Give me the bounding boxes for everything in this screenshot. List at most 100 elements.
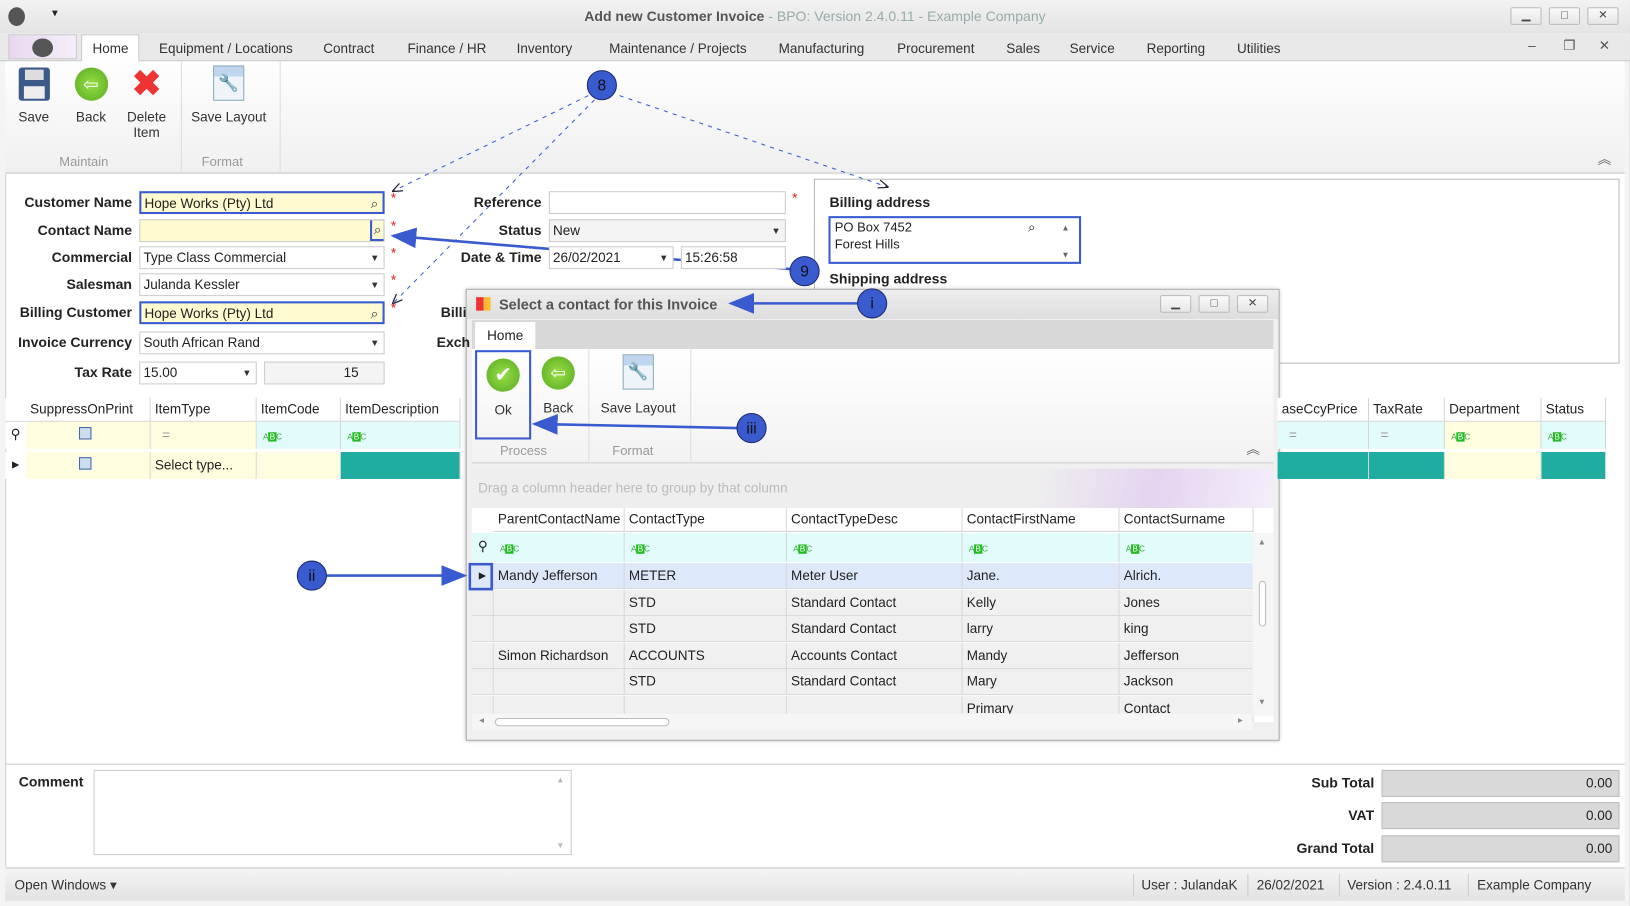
new-row-cell[interactable]	[25, 451, 151, 479]
status-select-value: New	[553, 222, 581, 238]
column-header[interactable]: TaxRate	[1369, 397, 1445, 422]
reference-input[interactable]	[548, 191, 786, 215]
text-filter-icon: ABC	[347, 432, 367, 442]
column-header[interactable]: Department	[1444, 397, 1542, 422]
tab-reporting[interactable]: Reporting	[1147, 41, 1206, 57]
date-input-value: 26/02/2021	[553, 249, 621, 265]
text-filter-icon: ABC	[1547, 432, 1568, 442]
tab-home[interactable]: Home	[93, 41, 129, 57]
annotation-arrow	[531, 414, 738, 435]
new-row-cell[interactable]: Select type...	[150, 451, 257, 479]
salesman-select[interactable]: Julanda Kessler ▼	[139, 273, 385, 297]
required-marker: *	[390, 272, 397, 288]
tab-equipment-locations[interactable]: Equipment / Locations	[159, 41, 293, 57]
search-icon[interactable]: ⌕	[369, 220, 384, 242]
commercial-select[interactable]: Type Class Commercial ▼	[139, 246, 385, 270]
new-row-cell[interactable]	[1277, 451, 1370, 479]
annotation-label: i	[870, 296, 873, 313]
chevron-down-icon[interactable]: ▼	[242, 363, 251, 384]
filter-cell[interactable]	[25, 421, 151, 449]
invoice-currency-select-value: South African Rand	[143, 334, 260, 351]
required-marker: *	[792, 190, 798, 206]
tab-utilities[interactable]: Utilities	[1237, 41, 1281, 57]
billing-partial-label: Billi	[440, 304, 467, 321]
filter-row-icon: ⚲	[5, 421, 26, 449]
annotation-label: 8	[598, 77, 607, 94]
invoice-currency-select[interactable]: South African Rand ▼	[139, 331, 385, 355]
required-marker: *	[390, 190, 397, 206]
billing-customer-input-value: Hope Works (Pty) Ltd	[144, 305, 274, 322]
form-reference-label-label: Reference	[473, 194, 542, 210]
tab-manufacturing[interactable]: Manufacturing	[779, 41, 865, 57]
equals-operator-icon: =	[162, 427, 171, 443]
tab-contract[interactable]: Contract	[323, 41, 374, 57]
column-header[interactable]: SuppressOnPrint	[25, 397, 151, 422]
customer-name-input-value: Hope Works (Pty) Ltd	[144, 195, 274, 211]
chevron-down-icon[interactable]: ▼	[370, 332, 379, 353]
filter-cell[interactable]: =	[1369, 421, 1445, 449]
grid-header-corner	[5, 397, 26, 422]
annotation-label: iii	[746, 420, 756, 437]
tax-rate-select[interactable]: 15.00 ▼	[139, 361, 257, 385]
column-header[interactable]: aseCcyPrice	[1277, 397, 1370, 422]
tab-maintenance-projects[interactable]: Maintenance / Projects	[609, 41, 746, 57]
time-input[interactable]: 15:26:58	[680, 246, 786, 270]
equals-operator-icon: =	[1380, 427, 1389, 443]
column-header[interactable]: ItemDescription	[340, 397, 461, 422]
form-status-label-label: Status	[498, 222, 542, 238]
text-filter-icon: ABC	[1451, 432, 1471, 442]
app-window: ▾ Add new Customer Invoice - BPO: Versio…	[0, 0, 1630, 906]
form-commercial-label-label: Commercial	[51, 249, 133, 265]
contact-name-input[interactable]: ⌕	[139, 219, 385, 243]
row-indicator-icon[interactable]: ▶	[5, 451, 26, 479]
form-billing_customer-label-label: Billing Customer	[19, 304, 133, 321]
tax-rate-select-value: 15.00	[143, 364, 178, 381]
annotation-label: 9	[800, 263, 809, 280]
required-marker: *	[390, 245, 397, 261]
checkbox-icon[interactable]	[79, 457, 92, 470]
column-header[interactable]: ItemType	[150, 397, 257, 422]
new-row-cell[interactable]	[340, 451, 461, 479]
text-filter-icon: ABC	[262, 432, 283, 442]
date-input[interactable]: 26/02/2021 ▼	[548, 246, 674, 270]
chevron-down-icon[interactable]: ▼	[370, 247, 379, 268]
status-select[interactable]: New ▼	[548, 219, 786, 243]
annotation-label: ii	[308, 568, 315, 585]
new-row-cell[interactable]	[1369, 451, 1445, 479]
form-invoice_currency-label-label: Invoice Currency	[18, 334, 133, 351]
filter-cell[interactable]: =	[1277, 421, 1370, 449]
search-icon[interactable]: ⌕	[371, 193, 379, 212]
chevron-down-icon[interactable]: ▼	[659, 247, 668, 268]
form-customer_name-label-label: Customer Name	[24, 194, 133, 210]
column-header[interactable]: ItemCode	[256, 397, 341, 422]
tab-service[interactable]: Service	[1070, 41, 1115, 57]
tax-rate-spin[interactable]: 15	[264, 361, 385, 385]
checkbox-icon[interactable]	[79, 427, 92, 440]
filter-cell[interactable]: =	[150, 421, 257, 449]
required-marker: *	[390, 300, 397, 316]
billing-customer-input[interactable]: Hope Works (Pty) Ltd ⌕	[139, 301, 385, 325]
tab-sales[interactable]: Sales	[1006, 41, 1040, 57]
form-salesman-label-label: Salesman	[66, 276, 133, 292]
commercial-select-value: Type Class Commercial	[143, 249, 287, 265]
filter-cell[interactable]: ABC	[256, 421, 341, 449]
tab-finance-hr[interactable]: Finance / HR	[407, 41, 486, 57]
customer-name-input[interactable]: Hope Works (Pty) Ltd ⌕	[139, 191, 385, 215]
form-tax_rate-label-label: Tax Rate	[74, 364, 133, 381]
new-row-cell[interactable]	[1444, 451, 1542, 479]
chevron-down-icon[interactable]: ▼	[370, 274, 379, 295]
chevron-down-icon[interactable]: ▼	[771, 220, 780, 241]
tab-inventory[interactable]: Inventory	[517, 41, 573, 57]
new-row-cell[interactable]	[256, 451, 341, 479]
column-header[interactable]: Status	[1541, 397, 1607, 422]
salesman-select-value: Julanda Kessler	[143, 276, 240, 292]
filter-cell[interactable]: ABC	[1444, 421, 1542, 449]
tab-procurement[interactable]: Procurement	[897, 41, 974, 57]
filter-cell[interactable]: ABC	[1541, 421, 1607, 449]
row-indicator-highlight	[468, 562, 493, 591]
filter-cell[interactable]: ABC	[340, 421, 461, 449]
equals-operator-icon: =	[1288, 427, 1297, 443]
search-icon[interactable]: ⌕	[371, 303, 379, 322]
form-contact_name-label-label: Contact Name	[37, 222, 133, 238]
new-row-cell[interactable]	[1541, 451, 1607, 479]
